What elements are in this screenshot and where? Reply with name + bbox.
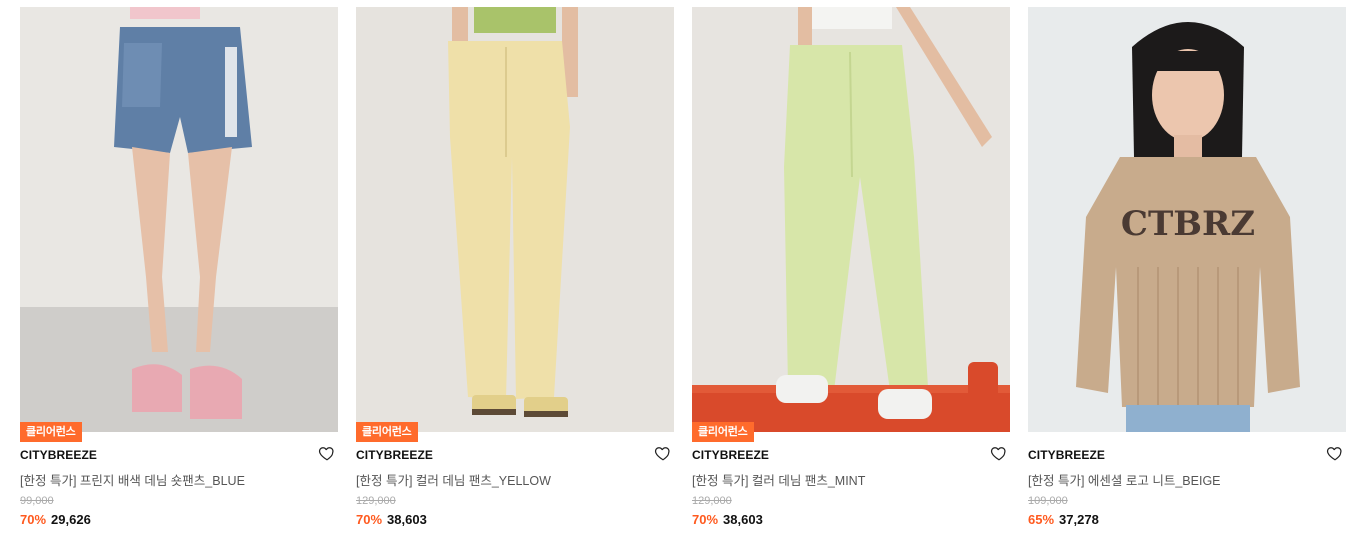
product-image[interactable] <box>692 7 1010 432</box>
clearance-badge: 클리어런스 <box>20 422 82 442</box>
original-price: 129,000 <box>692 495 732 507</box>
product-card[interactable]: 클리어런스 CITYBREEZE [한정 특가] 컬러 데님 팬츠_YELLOW… <box>356 7 674 537</box>
clearance-badge: 클리어런스 <box>692 422 754 442</box>
product-card[interactable]: CTBRZ CITYBREEZE [한정 특가] 에센셜 로고 니트_BEIGE… <box>1028 7 1346 537</box>
price-row: 70% 29,626 <box>20 512 91 527</box>
brand-name[interactable]: CITYBREEZE <box>1028 448 1105 462</box>
sweater-print-text: CTBRZ <box>1121 204 1255 244</box>
sale-price: 29,626 <box>51 512 91 527</box>
original-price: 109,000 <box>1028 495 1068 507</box>
brand-name[interactable]: CITYBREEZE <box>356 448 433 462</box>
price-row: 70% 38,603 <box>692 512 763 527</box>
price-row: 70% 38,603 <box>356 512 427 527</box>
product-name[interactable]: [한정 특가] 컬러 데님 팬츠_MINT <box>692 470 865 489</box>
discount-rate: 70% <box>20 512 47 527</box>
original-price: 99,000 <box>20 495 54 507</box>
product-image[interactable]: CTBRZ <box>1028 7 1346 432</box>
discount-rate: 70% <box>356 512 383 527</box>
product-name[interactable]: [한정 특가] 컬러 데님 팬츠_YELLOW <box>356 470 551 489</box>
brand-name[interactable]: CITYBREEZE <box>20 448 97 462</box>
product-name[interactable]: [한정 특가] 에센셜 로고 니트_BEIGE <box>1028 470 1221 489</box>
discount-rate: 65% <box>1028 512 1055 527</box>
clearance-badge: 클리어런스 <box>356 422 418 442</box>
product-card[interactable]: 클리어런스 CITYBREEZE [한정 특가] 프린지 배색 데님 숏팬츠_B… <box>20 7 338 537</box>
wishlist-heart-icon[interactable] <box>1326 444 1344 462</box>
product-image[interactable] <box>20 7 338 432</box>
price-row: 65% 37,278 <box>1028 512 1099 527</box>
product-card[interactable]: 클리어런스 CITYBREEZE [한정 특가] 컬러 데님 팬츠_MINT 1… <box>692 7 1010 537</box>
sale-price: 37,278 <box>1059 512 1099 527</box>
sale-price: 38,603 <box>723 512 763 527</box>
product-grid: 클리어런스 CITYBREEZE [한정 특가] 프린지 배색 데님 숏팬츠_B… <box>20 7 1346 537</box>
wishlist-heart-icon[interactable] <box>990 444 1008 462</box>
sale-price: 38,603 <box>387 512 427 527</box>
product-image[interactable] <box>356 7 674 432</box>
wishlist-heart-icon[interactable] <box>654 444 672 462</box>
original-price: 129,000 <box>356 495 396 507</box>
wishlist-heart-icon[interactable] <box>318 444 336 462</box>
brand-name[interactable]: CITYBREEZE <box>692 448 769 462</box>
product-name[interactable]: [한정 특가] 프린지 배색 데님 숏팬츠_BLUE <box>20 470 245 489</box>
discount-rate: 70% <box>692 512 719 527</box>
